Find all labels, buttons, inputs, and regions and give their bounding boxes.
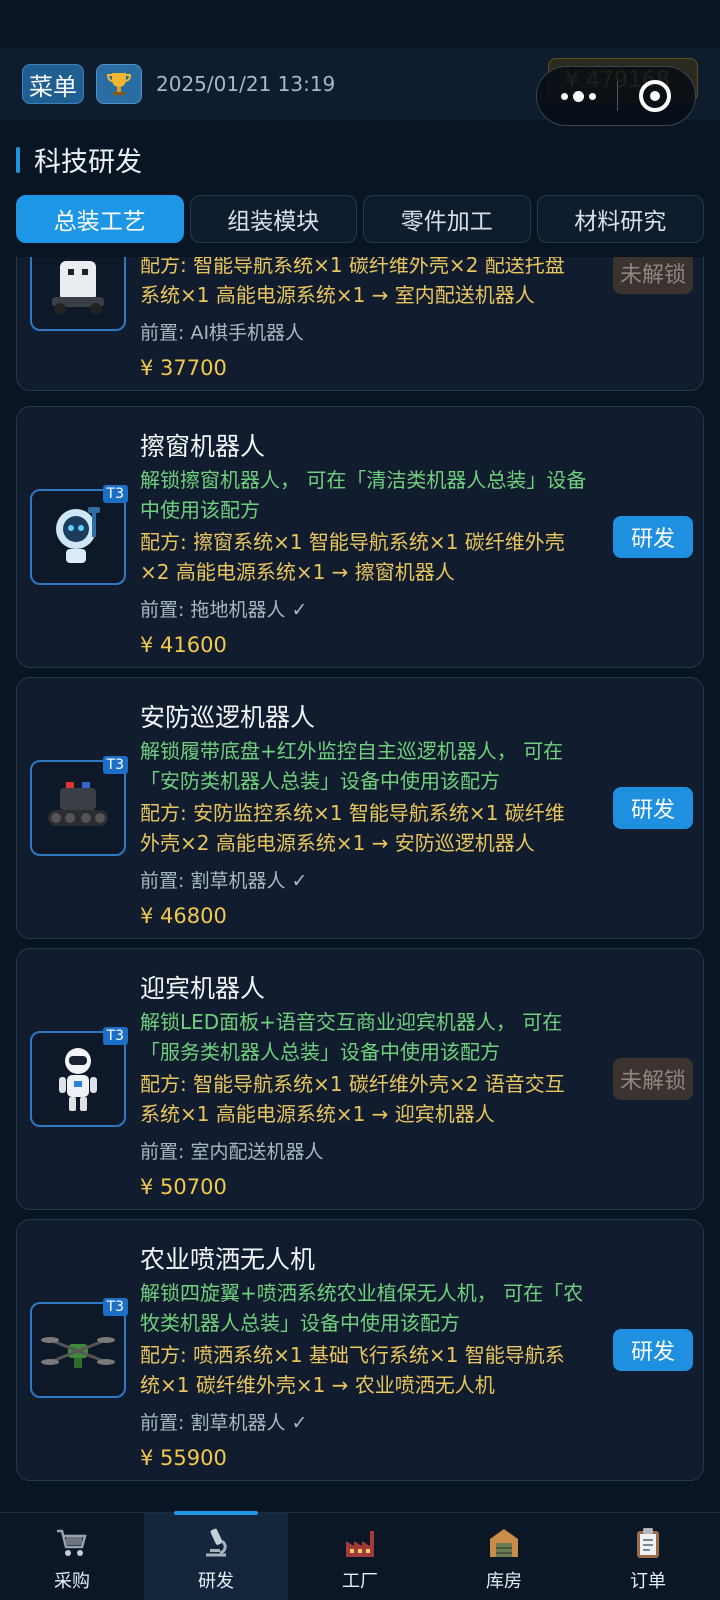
card-unlock-description: 解锁履带底盘+红外监控自主巡逻机器人， 可在「安防类机器人总装」设备中使用该配方 [140, 739, 564, 793]
warehouse-icon [490, 1529, 518, 1557]
research-button[interactable]: 研发 [613, 1329, 693, 1371]
section-header: 科技研发 [16, 140, 142, 179]
nav-label: 订单 [630, 1571, 666, 1592]
card-prerequisite: 前置: 室内配送机器人 [140, 1141, 324, 1163]
card-recipe: 配方: 喷洒系统×1 基础飞行系统×1 智能导航系统×1 碳纤维外壳×1 → 农… [140, 1343, 565, 1397]
research-tabs: 总装工艺 组装模块 零件加工 材料研究 [16, 195, 704, 243]
tab-parts-processing[interactable]: 零件加工 [363, 195, 531, 243]
nav-warehouse[interactable]: 库房 [432, 1513, 576, 1600]
card-recipe: 配方: 安防监控系统×1 智能导航系统×1 碳纤维外壳×2 高能电源系统×1 →… [140, 801, 565, 855]
tab-module-assembly[interactable]: 组装模块 [189, 195, 357, 243]
nav-research[interactable]: 研发 [144, 1511, 288, 1600]
card-title: 安防巡逻机器人 [140, 703, 316, 732]
miniprogram-capsule[interactable] [536, 66, 696, 126]
more-dots-icon[interactable] [561, 90, 597, 102]
card-price: ¥ 41600 [140, 633, 227, 657]
delivery-robot-icon [52, 261, 104, 315]
section-title: 科技研发 [34, 147, 142, 178]
nav-orders[interactable]: 订单 [576, 1513, 720, 1600]
datetime: 2025/01/21 13:19 [156, 72, 336, 96]
window-robot-icon [56, 507, 100, 563]
spray-drone-icon [41, 1337, 115, 1368]
nav-label: 采购 [54, 1571, 90, 1592]
recipe-card-reception-robot: T3 迎宾机器人 解锁LED面板+语音交互商业迎宾机器人， 可在「服务类机器人总… [16, 948, 704, 1210]
spray-drone-thumbnail: T3 [30, 1298, 128, 1398]
card-unlock-description: 解锁LED面板+语音交互商业迎宾机器人， 可在「服务类机器人总装」设备中使用该配… [140, 1010, 563, 1064]
research-button[interactable]: 研发 [613, 787, 693, 829]
card-title: 迎宾机器人 [140, 974, 266, 1003]
card-title: 农业喷洒无人机 [140, 1245, 316, 1274]
patrol-robot-thumbnail: T3 [30, 756, 128, 856]
microscope-icon [206, 1528, 227, 1557]
trophy-button[interactable] [96, 64, 142, 104]
top-bar: 菜单 2025/01/21 13:19 ¥ 479168 [0, 48, 720, 126]
nav-factory[interactable]: 工厂 [288, 1513, 432, 1600]
nav-label: 库房 [486, 1571, 522, 1592]
recipe-card-window-cleaning-robot: T3 擦窗机器人 解锁擦窗机器人， 可在「清洁类机器人总装」设备中使用该配方 配… [16, 406, 704, 668]
window-robot-thumbnail: T3 [30, 485, 128, 585]
card-unlock-description: 解锁擦窗机器人， 可在「清洁类机器人总装」设备中使用该配方 [140, 468, 587, 522]
nav-label: 工厂 [342, 1571, 378, 1592]
recipe-card-security-patrol-robot: T3 安防巡逻机器人 解锁履带底盘+红外监控自主巡逻机器人， 可在「安防类机器人… [16, 677, 704, 939]
tier-badge: T3 [102, 1027, 128, 1045]
capsule-divider [616, 81, 618, 111]
card-price: ¥ 37700 [140, 356, 227, 380]
recipe-card-agricultural-spray-drone: T3 农业喷洒无人机 解锁四旋翼+喷洒系统农业植保无人机， 可在「农牧类机器人总… [16, 1219, 704, 1481]
nav-purchase[interactable]: 采购 [0, 1513, 144, 1600]
research-button[interactable]: 研发 [613, 516, 693, 558]
card-title: 擦窗机器人 [140, 432, 266, 461]
delivery-robot-thumbnail [30, 257, 126, 331]
cart-icon [57, 1529, 87, 1556]
card-price: ¥ 55900 [140, 1446, 227, 1470]
nav-label: 研发 [198, 1571, 234, 1592]
factory-icon [346, 1531, 374, 1557]
tab-material-research[interactable]: 材料研究 [536, 195, 704, 243]
tier-badge: T3 [102, 1298, 128, 1316]
card-prerequisite: 前置: 拖地机器人 ✓ [140, 599, 308, 621]
card-price: ¥ 46800 [140, 904, 227, 928]
card-price: ¥ 50700 [140, 1175, 227, 1199]
tier-badge: T3 [102, 756, 128, 774]
clipboard-icon [637, 1528, 659, 1558]
patrol-robot-icon [48, 782, 108, 826]
card-prerequisite: 前置: 割草机器人 ✓ [140, 870, 308, 892]
bottom-navigation: 采购 研发 工厂 库房 订单 [0, 1511, 720, 1600]
card-unlock-description: 解锁四旋翼+喷洒系统农业植保无人机， 可在「农牧类机器人总装」设备中使用该配方 [140, 1281, 584, 1335]
recipe-list[interactable]: 配方: 智能导航系统×1 碳纤维外壳×2 配送托盘系统×1 高能电源系统×1 →… [0, 257, 720, 1505]
card-recipe: 配方: 擦窗系统×1 智能导航系统×1 碳纤维外壳×2 高能电源系统×1 → 擦… [140, 530, 565, 584]
locked-button[interactable]: 未解锁 [613, 257, 693, 294]
card-recipe: 配方: 智能导航系统×1 碳纤维外壳×2 配送托盘系统×1 高能电源系统×1 →… [140, 257, 565, 307]
card-prerequisite: 前置: 割草机器人 ✓ [140, 1412, 308, 1434]
close-target-icon[interactable] [638, 80, 671, 112]
section-accent-bar [16, 146, 20, 173]
menu-button[interactable]: 菜单 [22, 64, 84, 104]
trophy-icon [106, 73, 132, 95]
recipe-card: 配方: 智能导航系统×1 碳纤维外壳×2 配送托盘系统×1 高能电源系统×1 →… [16, 257, 704, 391]
reception-robot-thumbnail: T3 [30, 1027, 128, 1127]
card-recipe: 配方: 智能导航系统×1 碳纤维外壳×2 语音交互系统×1 高能电源系统×1 →… [140, 1072, 565, 1126]
locked-button[interactable]: 未解锁 [613, 1058, 693, 1100]
tab-final-assembly[interactable]: 总装工艺 [16, 195, 184, 243]
reception-robot-icon [59, 1048, 97, 1111]
tier-badge: T3 [102, 485, 128, 503]
status-bar [0, 0, 720, 48]
card-prerequisite: 前置: AI棋手机器人 [140, 322, 305, 344]
